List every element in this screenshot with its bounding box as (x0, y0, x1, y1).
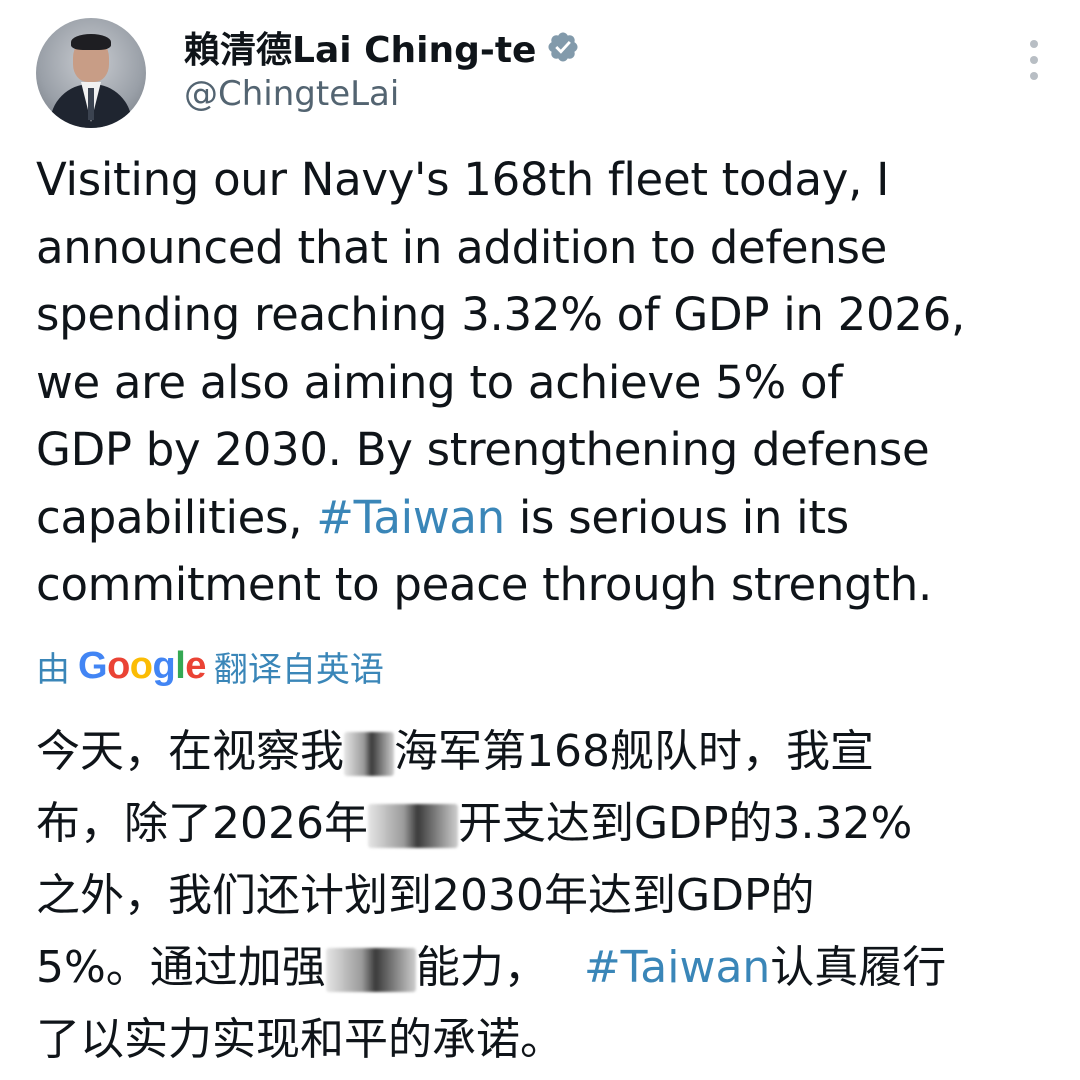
avatar[interactable] (36, 18, 146, 128)
tweet-line: we are also aiming to achieve 5% of (36, 355, 843, 409)
redaction-blur (344, 732, 394, 776)
tweet-line: Visiting our Navy's 168th fleet today, I (36, 153, 890, 206)
tweet-line: GDP by 2030. By strengthening defense (36, 423, 930, 476)
verified-badge-icon (548, 32, 578, 62)
more-dot (1030, 56, 1038, 64)
hashtag-link[interactable]: #Taiwan (584, 942, 770, 993)
translated-body: 今天，在视察我 海军第168舰队时，我宣 布，除了2026年 开支达到GDP的3.3… (36, 716, 1046, 1076)
translated-fragment: 今天，在视察我 (36, 726, 344, 777)
author-handle[interactable]: @ChingteLai (184, 74, 399, 114)
translation-attribution[interactable]: 由 Google 翻译自英语 (36, 640, 384, 692)
author-name-row: 賴清德Lai Ching-te (184, 22, 580, 72)
translated-by-prefix: 由 (36, 649, 70, 690)
translated-line: 了以实力实现和平的承诺。 (36, 1014, 564, 1065)
tweet-line: commitment to peace through strength. (36, 558, 932, 611)
tweet-line-with-hashtag: capabilities, #Taiwan is serious in its (36, 484, 1046, 552)
avatar-tie (88, 88, 94, 120)
translated-fragment: 5%。通过加强 (36, 942, 326, 993)
translated-fragment: 布，除了2026年 (36, 798, 368, 849)
translated-fragment: 能力， (415, 942, 548, 993)
hashtag-link[interactable]: #Taiwan (316, 491, 505, 544)
more-dot (1030, 40, 1038, 48)
redaction-blur (325, 948, 416, 992)
more-dot (1030, 72, 1038, 80)
translated-fragment: 海军第168舰队时，我宣 (394, 726, 874, 777)
translated-fragment: 开支达到GDP的3.32% (457, 798, 913, 849)
translated-line: 5%。通过加强 能力， #Taiwan认真履行 (36, 932, 1046, 1004)
redaction-blur (367, 804, 458, 848)
translated-line: 布，除了2026年 开支达到GDP的3.32% (36, 788, 1046, 860)
tweet-line: spending reaching 3.32% of GDP in 2026, (36, 288, 965, 341)
tweet-text-fragment: capabilities, (36, 490, 317, 544)
tweet-header: 賴清德Lai Ching-te @ChingteLai (36, 18, 1046, 128)
author-display-name[interactable]: 賴清德Lai Ching-te (184, 21, 536, 73)
google-logo: Google (78, 644, 206, 687)
translated-line: 之外，我们还计划到2030年达到GDP的 (36, 870, 815, 921)
tweet-body: Visiting our Navy's 168th fleet today, I… (36, 146, 1046, 619)
tweet-text-fragment: is serious in its (504, 490, 849, 544)
translated-line: 今天，在视察我 海军第168舰队时，我宣 (36, 716, 1046, 788)
translated-fragment: 认真履行 (770, 942, 947, 993)
avatar-hair (71, 34, 111, 50)
tweet-line: announced that in addition to defense (36, 220, 888, 274)
more-options-icon[interactable] (1022, 40, 1046, 80)
translated-from-label: 翻译自英语 (213, 649, 384, 690)
